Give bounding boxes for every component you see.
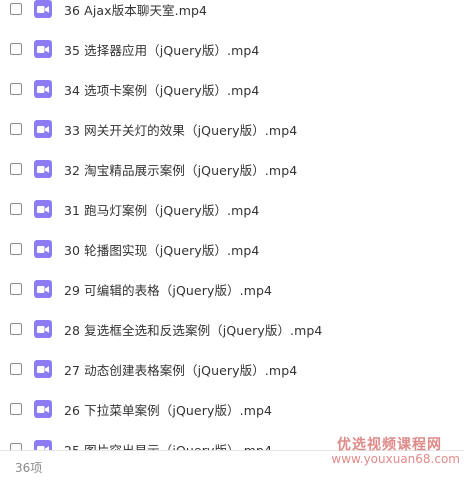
file-checkbox[interactable] — [10, 43, 22, 55]
file-row[interactable]: 26 下拉菜单案例（jQuery版）.mp4 — [0, 389, 464, 429]
watermark-url: www.youxuan68.com — [331, 452, 460, 466]
video-file-icon — [34, 0, 52, 18]
file-row[interactable]: 36 Ajax版本聊天室.mp4 — [0, 0, 464, 29]
file-name[interactable]: 29 可编辑的表格（jQuery版）.mp4 — [64, 280, 272, 299]
video-file-icon — [34, 80, 52, 98]
file-name[interactable]: 26 下拉菜单案例（jQuery版）.mp4 — [64, 400, 272, 419]
video-file-icon — [34, 360, 52, 378]
video-file-icon — [34, 200, 52, 218]
file-name[interactable]: 32 淘宝精品展示案例（jQuery版）.mp4 — [64, 160, 297, 179]
video-file-icon — [34, 160, 52, 178]
file-name[interactable]: 30 轮播图实现（jQuery版）.mp4 — [64, 240, 259, 259]
file-row[interactable]: 31 跑马灯案例（jQuery版）.mp4 — [0, 189, 464, 229]
file-checkbox[interactable] — [10, 203, 22, 215]
watermark-cn: 优选视频课程网 — [337, 437, 442, 453]
video-file-icon — [34, 320, 52, 338]
video-file-icon — [34, 280, 52, 298]
video-file-icon — [34, 440, 52, 450]
video-file-icon — [34, 120, 52, 138]
file-row[interactable]: 35 选择器应用（jQuery版）.mp4 — [0, 29, 464, 69]
item-count: 36项 — [15, 461, 43, 475]
file-checkbox[interactable] — [10, 443, 22, 450]
file-row[interactable]: 28 复选框全选和反选案例（jQuery版）.mp4 — [0, 309, 464, 349]
file-row[interactable]: 33 网关开关灯的效果（jQuery版）.mp4 — [0, 109, 464, 149]
file-checkbox[interactable] — [10, 163, 22, 175]
video-file-icon — [34, 240, 52, 258]
file-name[interactable]: 35 选择器应用（jQuery版）.mp4 — [64, 40, 259, 59]
file-checkbox[interactable] — [10, 323, 22, 335]
file-checkbox[interactable] — [10, 3, 22, 15]
file-name[interactable]: 36 Ajax版本聊天室.mp4 — [64, 0, 207, 19]
file-row[interactable]: 29 可编辑的表格（jQuery版）.mp4 — [0, 269, 464, 309]
file-checkbox[interactable] — [10, 403, 22, 415]
file-checkbox[interactable] — [10, 283, 22, 295]
file-name[interactable]: 25 图片突出显示（jQuery版）.mp4 — [64, 440, 272, 451]
file-row[interactable]: 34 选项卡案例（jQuery版）.mp4 — [0, 69, 464, 109]
file-checkbox[interactable] — [10, 363, 22, 375]
file-row[interactable]: 32 淘宝精品展示案例（jQuery版）.mp4 — [0, 149, 464, 189]
video-file-icon — [34, 400, 52, 418]
file-checkbox[interactable] — [10, 243, 22, 255]
file-list: 36 Ajax版本聊天室.mp4 35 选择器应用（jQuery版）.mp4 34 … — [0, 0, 464, 450]
file-checkbox[interactable] — [10, 83, 22, 95]
file-name[interactable]: 33 网关开关灯的效果（jQuery版）.mp4 — [64, 120, 297, 139]
file-name[interactable]: 34 选项卡案例（jQuery版）.mp4 — [64, 80, 259, 99]
file-name[interactable]: 28 复选框全选和反选案例（jQuery版）.mp4 — [64, 320, 322, 339]
file-checkbox[interactable] — [10, 123, 22, 135]
video-file-icon — [34, 40, 52, 58]
file-row[interactable]: 27 动态创建表格案例（jQuery版）.mp4 — [0, 349, 464, 389]
file-row[interactable]: 30 轮播图实现（jQuery版）.mp4 — [0, 229, 464, 269]
file-name[interactable]: 31 跑马灯案例（jQuery版）.mp4 — [64, 200, 259, 219]
file-name[interactable]: 27 动态创建表格案例（jQuery版）.mp4 — [64, 360, 297, 379]
